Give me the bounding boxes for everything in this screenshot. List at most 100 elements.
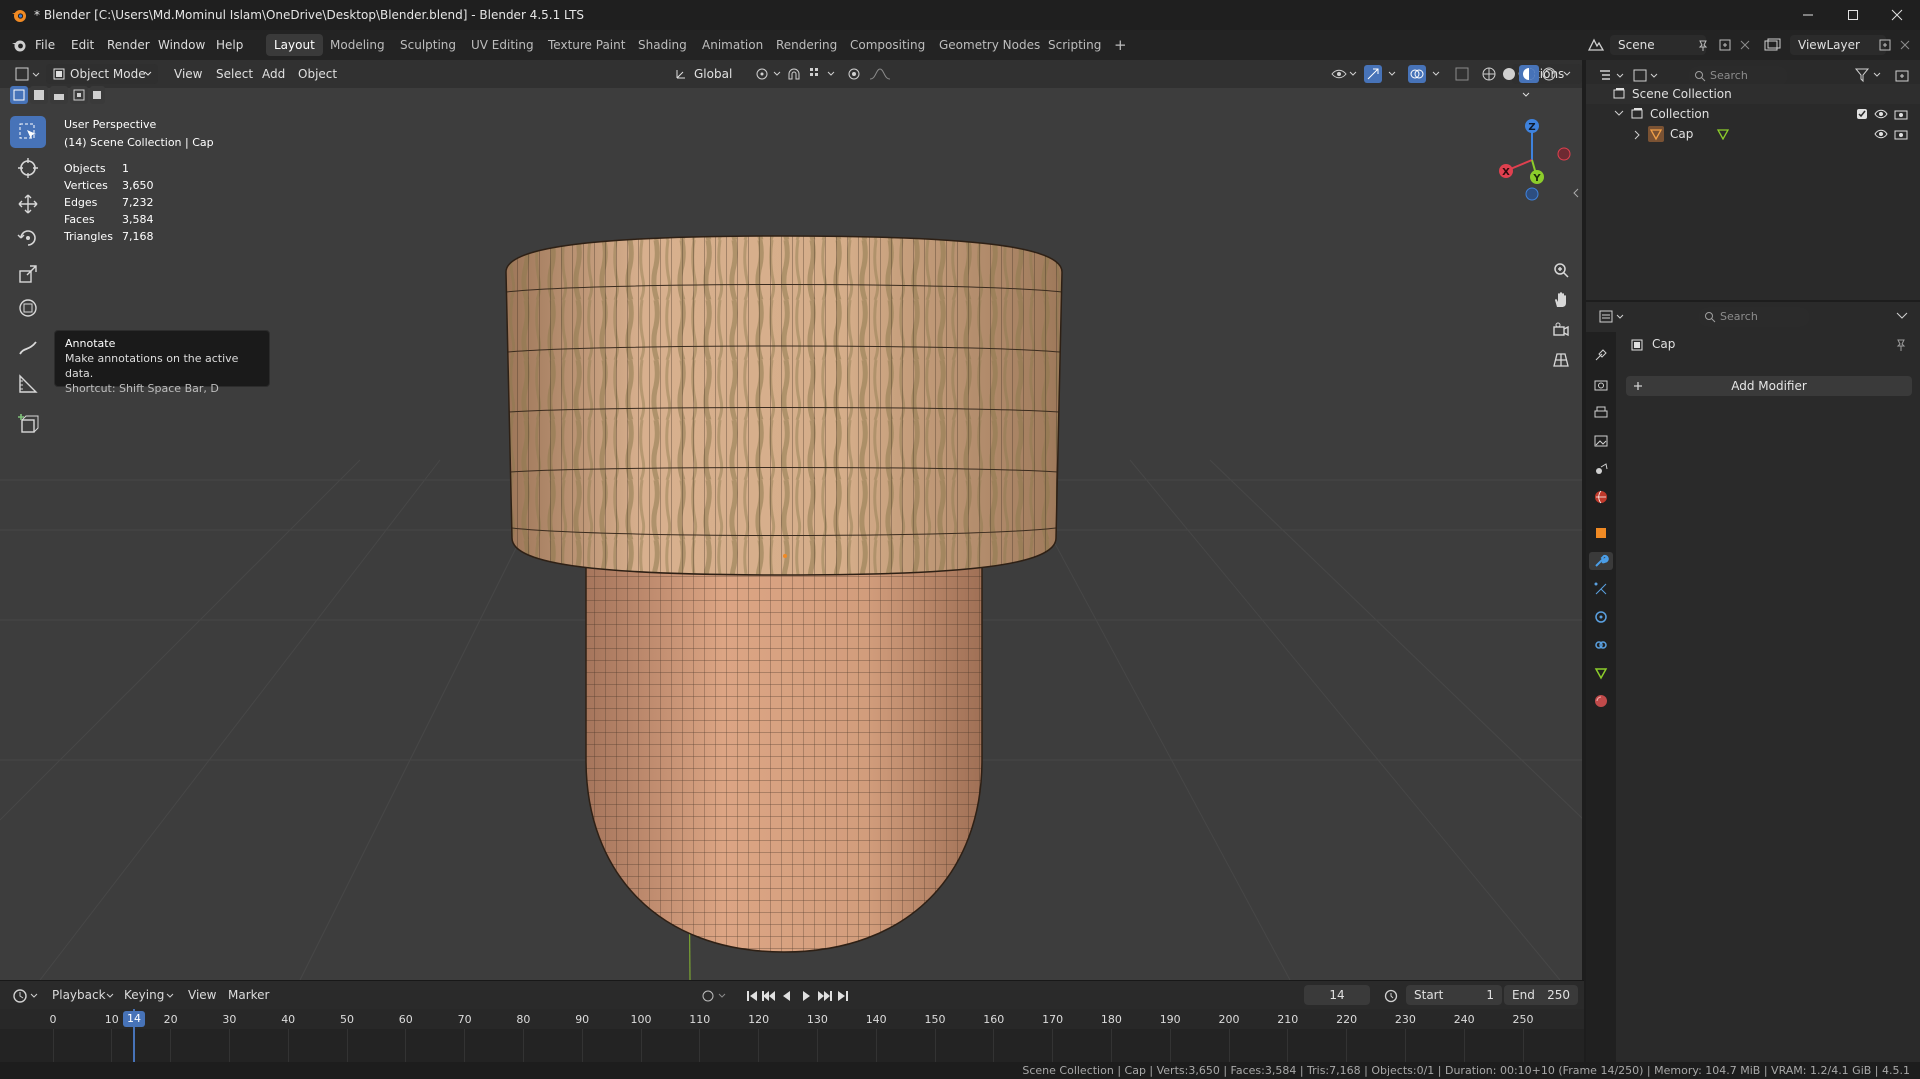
scene-icon[interactable] — [1587, 37, 1605, 53]
mesh-data-icon[interactable] — [1716, 128, 1730, 140]
zoom-button[interactable] — [1547, 256, 1575, 284]
tab-geometry-nodes[interactable]: Geometry Nodes — [931, 34, 1048, 56]
camera-view-button[interactable] — [1547, 316, 1575, 344]
maximize-button[interactable] — [1830, 0, 1876, 30]
pivot-point-icon[interactable] — [754, 66, 782, 82]
tab-compositing[interactable]: Compositing — [842, 34, 933, 56]
gizmo-toggle-icon[interactable] — [1364, 65, 1398, 83]
tab-rendering[interactable]: Rendering — [768, 34, 845, 56]
pin-icon[interactable] — [1894, 338, 1908, 352]
close-button[interactable] — [1874, 0, 1920, 30]
delete-view-layer-icon[interactable] — [1899, 39, 1911, 51]
proportional-editing-icon[interactable] — [846, 66, 864, 82]
tab-texture-paint[interactable]: Texture Paint — [540, 34, 633, 56]
pan-button[interactable] — [1547, 286, 1575, 314]
editor-type-icon[interactable] — [14, 66, 40, 82]
add-modifier-button[interactable]: Add Modifier — [1626, 376, 1912, 396]
viewport-menu-select[interactable]: Select — [210, 64, 259, 84]
tab-uv-editing[interactable]: UV Editing — [463, 34, 542, 56]
properties-editor-type-icon[interactable] — [1598, 309, 1626, 325]
timeline-editor-type-icon[interactable] — [12, 987, 40, 1005]
checkbox-icon[interactable] — [1856, 108, 1868, 120]
viewport-menu-add[interactable]: Add — [256, 64, 291, 84]
menu-render[interactable]: Render — [105, 35, 152, 55]
outliner-editor-type-icon[interactable] — [1598, 68, 1626, 84]
properties-search-input[interactable]: Search — [1698, 307, 1810, 327]
tab-object[interactable] — [1592, 524, 1610, 542]
selection-mode-buttons[interactable] — [10, 86, 105, 104]
sidebar-toggle-icon[interactable] — [1572, 188, 1580, 198]
add-workspace-button[interactable]: + — [1106, 34, 1135, 56]
3d-viewport[interactable]: Object Mode View Select Add Object Globa… — [0, 60, 1584, 980]
transform-tool[interactable] — [10, 292, 46, 324]
falloff-icon[interactable] — [868, 66, 892, 82]
playback-controls[interactable] — [745, 986, 865, 1006]
tab-physics[interactable] — [1592, 608, 1610, 626]
tab-scripting[interactable]: Scripting — [1040, 34, 1109, 56]
filter-icon[interactable] — [1854, 67, 1884, 83]
new-view-layer-icon[interactable] — [1878, 38, 1892, 52]
tab-scene[interactable] — [1592, 460, 1610, 478]
viewport-menu-view[interactable]: View — [168, 64, 208, 84]
object-mode-dropdown[interactable]: Object Mode — [46, 64, 158, 84]
transform-orientation-dropdown[interactable]: Global — [668, 64, 738, 84]
outliner-row-collection[interactable]: Collection — [1586, 104, 1920, 124]
playhead-marker[interactable]: 14 — [123, 1011, 145, 1027]
current-frame-field[interactable]: 14 — [1304, 985, 1370, 1005]
outliner-search-input[interactable]: Search — [1688, 66, 1788, 86]
render-camera-icon[interactable] — [1894, 108, 1908, 120]
timeline-menu-marker[interactable]: Marker — [228, 988, 269, 1002]
perspective-toggle-button[interactable] — [1547, 346, 1575, 374]
tab-layout[interactable]: Layout — [266, 34, 323, 56]
expand-chevron-icon[interactable] — [1614, 110, 1624, 118]
start-frame-field[interactable]: Start 1 — [1406, 985, 1502, 1005]
menu-help[interactable]: Help — [214, 35, 245, 55]
viewport-menu-object[interactable]: Object — [292, 64, 343, 84]
view-layer-icon[interactable] — [1763, 37, 1785, 53]
outliner-row-scene-collection[interactable]: Scene Collection — [1586, 84, 1920, 104]
tab-modeling[interactable]: Modeling — [322, 34, 393, 56]
timeline-menu-playback[interactable]: Playback — [52, 988, 106, 1002]
auto-keying-icon[interactable] — [700, 987, 728, 1005]
properties-editor[interactable]: Search Cap Add Modifier — [1586, 302, 1920, 1062]
outliner[interactable]: Search Scene Collection Collection Cap — [1586, 60, 1920, 300]
overlays-toggle-icon[interactable] — [1408, 65, 1442, 83]
tab-view-layer[interactable] — [1592, 432, 1610, 450]
tab-data[interactable] — [1592, 664, 1610, 682]
expand-chevron-right-icon[interactable] — [1634, 130, 1642, 140]
new-scene-icon[interactable] — [1718, 38, 1732, 52]
move-tool[interactable] — [10, 188, 46, 220]
tab-modifiers[interactable] — [1589, 552, 1613, 570]
tab-sculpting[interactable]: Sculpting — [392, 34, 464, 56]
chevron-down-icon[interactable] — [1896, 312, 1908, 320]
outliner-row-cap[interactable]: Cap — [1586, 124, 1920, 144]
annotate-tool[interactable] — [10, 332, 46, 364]
eye-icon[interactable] — [1874, 108, 1888, 120]
tab-constraints[interactable] — [1592, 636, 1610, 654]
timeline-menu-view[interactable]: View — [188, 988, 216, 1002]
blender-menu-icon[interactable] — [10, 36, 28, 54]
tab-tool[interactable] — [1592, 346, 1610, 364]
rotate-tool[interactable] — [10, 222, 46, 254]
select-box-tool[interactable] — [10, 116, 46, 148]
menu-window[interactable]: Window — [156, 35, 207, 55]
new-collection-icon[interactable] — [1894, 67, 1910, 83]
snap-target-icon[interactable] — [808, 66, 836, 82]
scene-selector[interactable]: Scene — [1610, 35, 1706, 55]
delete-scene-icon[interactable] — [1739, 39, 1751, 51]
add-cube-tool[interactable] — [10, 408, 46, 440]
timeline-editor[interactable]: Playback Keying View Marker 14 Start 1 E… — [0, 980, 1584, 1063]
scale-tool[interactable] — [10, 258, 46, 290]
display-mode-icon[interactable] — [1632, 68, 1660, 84]
timeline-menu-keying[interactable]: Keying — [124, 988, 164, 1002]
end-frame-field[interactable]: End 250 — [1504, 985, 1578, 1005]
tab-animation[interactable]: Animation — [694, 34, 771, 56]
cursor-tool[interactable] — [10, 152, 46, 184]
preview-range-icon[interactable] — [1384, 989, 1400, 1005]
shading-modes[interactable] — [1478, 65, 1574, 83]
eye-icon[interactable] — [1874, 128, 1888, 140]
view-layer-selector[interactable]: ViewLayer — [1790, 35, 1886, 55]
tab-material[interactable] — [1592, 692, 1610, 710]
render-camera-icon[interactable] — [1894, 128, 1908, 140]
pin-icon[interactable] — [1697, 39, 1709, 51]
